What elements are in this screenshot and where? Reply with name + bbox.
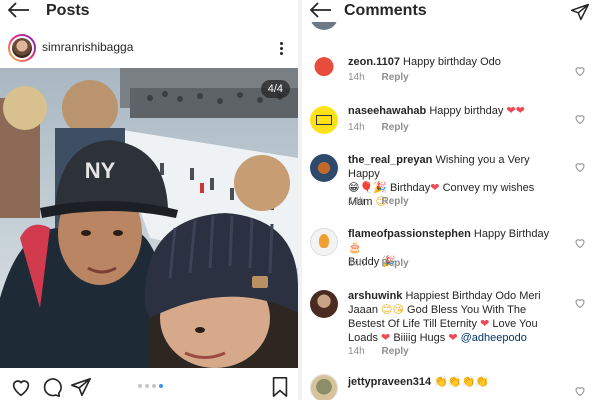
- comment-bubble-icon[interactable]: [40, 376, 62, 398]
- comments-panel: Comments zeon.1107 Happy birthday Odo 14…: [302, 0, 600, 400]
- page-title: Posts: [46, 2, 90, 19]
- previous-comment-avatar: [310, 22, 338, 30]
- comment-text: zeon.1107 Happy birthday Odo: [348, 55, 564, 69]
- comment-message-line: Biiiig Hugs: [393, 332, 446, 344]
- comment-message: Happy Birthday: [473, 228, 550, 240]
- carousel-dot: [145, 384, 149, 388]
- heart-emoji: ❤: [480, 317, 490, 330]
- comment-meta: 14h Reply: [348, 72, 409, 83]
- posts-panel: Posts simranrishibagga NY 4/4: [0, 0, 298, 400]
- back-arrow-icon[interactable]: [308, 0, 334, 20]
- avatar[interactable]: [310, 106, 338, 134]
- comment-message-line: Bestest Of Life Till Eternity: [348, 318, 477, 330]
- comment-message: Happy birthday: [429, 105, 507, 117]
- comment-time: 14h: [348, 122, 365, 133]
- comment-text: jettypraveen314 👏👏👏👏: [348, 375, 564, 389]
- comment-username[interactable]: jettypraveen314: [348, 376, 431, 388]
- mention-link[interactable]: @adheepodo: [461, 332, 527, 344]
- comment-time: 14h: [348, 72, 365, 83]
- heart-emoji: ❤❤: [506, 104, 525, 117]
- page-title: Comments: [344, 2, 427, 19]
- comments-top-bar: Comments: [302, 0, 600, 26]
- comment-username[interactable]: flameofpassionstephen: [348, 228, 471, 240]
- avatar[interactable]: [310, 154, 338, 182]
- post-username[interactable]: simranrishibagga: [42, 40, 133, 54]
- carousel-dot: [152, 384, 156, 388]
- comment-meta: 14h Reply: [348, 346, 409, 357]
- avatar[interactable]: [310, 374, 338, 400]
- comment-message: Happy birthday Odo: [403, 56, 501, 68]
- direct-message-icon[interactable]: [570, 2, 590, 22]
- avatar[interactable]: [310, 54, 338, 82]
- comment-time: 14h: [348, 258, 365, 269]
- post-photo[interactable]: NY 4/4: [0, 68, 298, 368]
- carousel-dot-active: [159, 384, 163, 388]
- image-counter-badge: 4/4: [260, 80, 290, 98]
- like-comment-heart-icon[interactable]: [574, 296, 586, 309]
- reply-button[interactable]: Reply: [381, 258, 408, 269]
- comment-message-line: Love You: [492, 318, 538, 330]
- comment-meta: 14h Reply: [348, 122, 409, 133]
- share-paper-plane-icon[interactable]: [70, 376, 92, 398]
- comment-time: 14h: [348, 346, 365, 357]
- like-comment-heart-icon[interactable]: [574, 236, 586, 249]
- reply-button[interactable]: Reply: [381, 196, 408, 207]
- clap-emojis: 👏👏👏👏: [434, 375, 490, 388]
- comment-username[interactable]: naseehawahab: [348, 105, 426, 117]
- more-options-icon[interactable]: [274, 38, 288, 58]
- reply-button[interactable]: Reply: [381, 346, 408, 357]
- svg-text:NY: NY: [85, 158, 116, 183]
- like-comment-heart-icon[interactable]: [574, 160, 586, 173]
- comment-message-line: Convey my wishes: [442, 182, 535, 194]
- wink-emojis: 😊😘: [381, 303, 404, 316]
- like-comment-heart-icon[interactable]: [574, 384, 586, 397]
- comment-meta: 14h Reply: [348, 258, 409, 269]
- comment-message-line: Loads: [348, 332, 378, 344]
- posts-top-bar: Posts: [0, 0, 298, 26]
- post-photo-art: NY: [0, 68, 298, 368]
- back-arrow-icon[interactable]: [6, 0, 32, 20]
- like-comment-heart-icon[interactable]: [574, 64, 586, 77]
- like-comment-heart-icon[interactable]: [574, 112, 586, 125]
- comment-username[interactable]: zeon.1107: [348, 56, 400, 68]
- avatar[interactable]: [310, 228, 338, 256]
- comment-message-line: God Bless You With The: [407, 304, 527, 316]
- comment-message-line: Birthday: [389, 182, 431, 194]
- party-emojis: 😁🎈🎉: [348, 181, 387, 194]
- carousel-dots: [138, 384, 163, 388]
- cake-emoji: 🎂: [348, 241, 362, 254]
- comment-message: Happiest Birthday Odo Meri: [405, 290, 541, 302]
- comment-username[interactable]: arshuwink: [348, 290, 402, 302]
- comment-time: 14h: [348, 196, 365, 207]
- comment-meta: 14h Reply: [348, 196, 409, 207]
- avatar[interactable]: [310, 290, 338, 318]
- reply-button[interactable]: Reply: [381, 72, 408, 83]
- post-actions-bar: [0, 372, 298, 400]
- comment-text: arshuwink Happiest Birthday Odo Meri Jaa…: [348, 289, 564, 345]
- comment-message-line: Jaaan: [348, 304, 378, 316]
- avatar[interactable]: [8, 34, 36, 62]
- heart-emoji: ❤: [448, 331, 458, 344]
- comment-username[interactable]: the_real_preyan: [348, 154, 432, 166]
- bookmark-icon[interactable]: [270, 376, 292, 398]
- heart-emoji: ❤: [381, 331, 391, 344]
- carousel-dot: [138, 384, 142, 388]
- reply-button[interactable]: Reply: [381, 122, 408, 133]
- heart-emoji: ❤: [430, 181, 440, 194]
- comment-text: naseehawahab Happy birthday ❤❤: [348, 104, 564, 118]
- like-heart-icon[interactable]: [10, 376, 32, 398]
- post-header: simranrishibagga: [0, 30, 298, 66]
